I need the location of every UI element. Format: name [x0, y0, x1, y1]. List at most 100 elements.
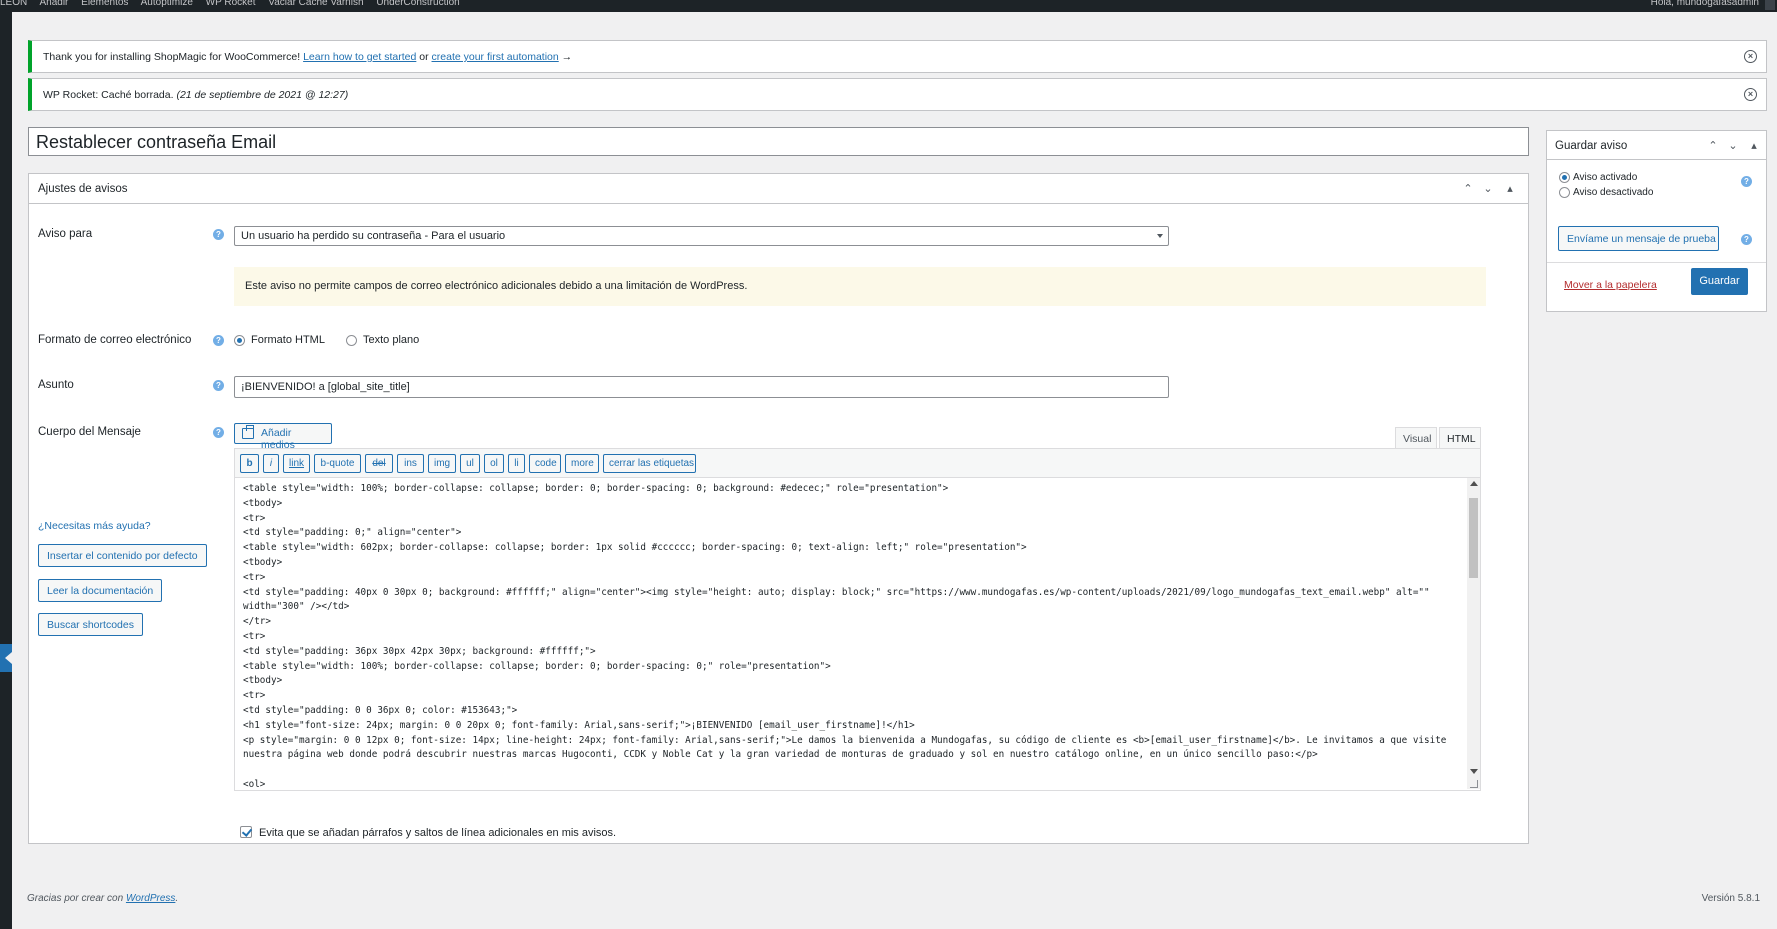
media-icon — [242, 425, 254, 439]
autop-label[interactable]: Evita que se añadan párrafos y saltos de… — [259, 827, 616, 839]
format-plain-radio[interactable] — [346, 335, 357, 346]
admin-bar: LEON Añadir Elementos Autoptimize WP Roc… — [0, 0, 1777, 12]
admin-bar-site[interactable]: LEON — [0, 0, 27, 8]
shopmagic-notice: Thank you for installing ShopMagic for W… — [28, 40, 1767, 73]
admin-bar-varnish[interactable]: Vaciar Caché Varnish — [268, 0, 363, 8]
postbox-header: Ajustes de avisos ⌃ ⌄ ▴ — [29, 174, 1528, 204]
qt-li-button[interactable]: li — [508, 454, 525, 473]
avatar[interactable] — [1765, 0, 1775, 10]
read-docs-button[interactable]: Leer la documentación — [38, 579, 163, 602]
footer-thanks: Gracias por crear con WordPress. — [27, 893, 178, 904]
resize-handle-icon[interactable] — [1470, 780, 1478, 788]
move-up-icon[interactable]: ⌃ — [1460, 181, 1476, 197]
search-shortcodes-button[interactable]: Buscar shortcodes — [38, 613, 143, 636]
admin-bar-underconstruction[interactable]: UnderConstruction — [376, 0, 459, 8]
toggle-panel-icon[interactable]: ▴ — [1502, 181, 1518, 197]
qt-bold-button[interactable]: b — [240, 454, 259, 473]
save-button[interactable]: Guardar — [1691, 268, 1748, 295]
help-icon[interactable]: ? — [1741, 176, 1752, 187]
arrow-text: → — [558, 51, 573, 63]
footer-text-end: . — [175, 893, 179, 904]
scroll-up-icon[interactable] — [1470, 481, 1478, 486]
insert-default-button[interactable]: Insertar el contenido por defecto — [38, 544, 207, 567]
save-postbox-title: Guardar aviso — [1555, 140, 1628, 152]
footer-text: Gracias por crear con — [27, 893, 126, 904]
admin-bar-autoptimize[interactable]: Autoptimize — [141, 0, 193, 8]
title-input[interactable]: Restablecer contraseña Email — [28, 127, 1529, 156]
move-to-trash-link[interactable]: Mover a la papelera — [1564, 279, 1657, 291]
divider — [1547, 262, 1766, 263]
quicktags-toolbar: b i link b-quote del ins img ul ol li co… — [235, 449, 1480, 478]
qt-ul-button[interactable]: ul — [460, 454, 480, 473]
wprocket-notice: WP Rocket: Caché borrada. (21 de septiem… — [28, 78, 1767, 111]
scrollbar-thumb[interactable] — [1469, 498, 1478, 578]
html-code-textarea[interactable]: <table style="width: 100%; border-collap… — [235, 478, 1467, 789]
add-media-button[interactable]: Añadir medios — [234, 423, 332, 451]
move-up-icon[interactable]: ⌃ — [1705, 138, 1721, 154]
qt-code-button[interactable]: code — [529, 454, 561, 473]
help-icon[interactable]: ? — [213, 427, 224, 438]
notice-date: (21 de septiembre de 2021 @ 12:27) — [176, 89, 349, 101]
notice-text: Thank you for installing ShopMagic for W… — [43, 51, 304, 63]
qt-link-button[interactable]: link — [283, 454, 310, 473]
body-label: Cuerpo del Mensaje — [38, 426, 141, 438]
chevron-down-icon — [1157, 234, 1163, 238]
aviso-para-value: Un usuario ha perdido su contraseña - Pa… — [241, 230, 506, 242]
admin-bar-elements[interactable]: Elementos — [81, 0, 128, 8]
qt-blockquote-button[interactable]: b-quote — [314, 454, 361, 473]
create-automation-link[interactable]: create your first automation — [432, 51, 559, 63]
shopmagic-notice-text: Thank you for installing ShopMagic for W… — [43, 51, 572, 63]
menu-arrow-icon — [5, 652, 12, 664]
active-label[interactable]: Aviso activado — [1573, 172, 1637, 183]
help-link[interactable]: ¿Necesitas más ayuda? — [38, 520, 151, 532]
limitation-warning: Este aviso no permite campos de correo e… — [234, 267, 1486, 306]
tab-html[interactable]: HTML — [1439, 427, 1481, 448]
save-postbox-header: Guardar aviso ⌃ ⌄ ▴ — [1547, 131, 1766, 160]
qt-italic-button[interactable]: i — [263, 454, 279, 473]
help-icon[interactable]: ? — [1741, 234, 1752, 245]
notice-text: WP Rocket: Caché borrada. — [43, 89, 177, 101]
qt-close-tags-button[interactable]: cerrar las etiquetas — [603, 454, 696, 473]
get-started-link[interactable]: Learn how to get started — [303, 51, 416, 63]
qt-del-button[interactable]: del — [365, 454, 393, 473]
tab-visual[interactable]: Visual — [1395, 427, 1437, 448]
help-icon[interactable]: ? — [213, 380, 224, 391]
toggle-panel-icon[interactable]: ▴ — [1746, 138, 1762, 154]
footer-version: Versión 5.8.1 — [1701, 893, 1760, 904]
active-radio[interactable] — [1559, 172, 1570, 183]
admin-menu-collapsed — [0, 12, 12, 929]
notice-text: or — [416, 51, 432, 63]
subject-input[interactable]: ¡BIENVENIDO! a [global_site_title] — [234, 376, 1169, 398]
scroll-down-icon[interactable] — [1470, 769, 1478, 774]
dismiss-notice-icon[interactable]: × — [1744, 88, 1757, 101]
admin-bar-wprocket[interactable]: WP Rocket — [206, 0, 256, 8]
subject-label: Asunto — [38, 379, 74, 391]
qt-img-button[interactable]: img — [428, 454, 456, 473]
admin-bar-new[interactable]: Añadir — [39, 0, 68, 8]
qt-ins-button[interactable]: ins — [397, 454, 424, 473]
editor-scrollbar[interactable] — [1467, 478, 1480, 789]
aviso-para-select[interactable]: Un usuario ha perdido su contraseña - Pa… — [234, 226, 1169, 246]
help-icon[interactable]: ? — [213, 229, 224, 240]
format-html-label[interactable]: Formato HTML — [251, 334, 325, 346]
wprocket-notice-text: WP Rocket: Caché borrada. (21 de septiem… — [43, 89, 348, 101]
admin-bar-greeting[interactable]: Hola, mundogafasadmin — [1651, 0, 1759, 8]
save-postbox: Guardar aviso ⌃ ⌄ ▴ Aviso activado Aviso… — [1546, 130, 1767, 312]
format-html-radio[interactable] — [234, 335, 245, 346]
aviso-para-label: Aviso para — [38, 228, 93, 240]
move-down-icon[interactable]: ⌄ — [1725, 138, 1741, 154]
wordpress-link[interactable]: WordPress — [126, 893, 175, 904]
qt-ol-button[interactable]: ol — [484, 454, 504, 473]
inactive-label[interactable]: Aviso desactivado — [1573, 187, 1653, 198]
inactive-radio[interactable] — [1559, 187, 1570, 198]
format-plain-label[interactable]: Texto plano — [363, 334, 419, 346]
dismiss-notice-icon[interactable]: × — [1744, 50, 1757, 63]
send-test-button[interactable]: Envíame un mensaje de prueba — [1558, 226, 1719, 251]
move-down-icon[interactable]: ⌄ — [1480, 181, 1496, 197]
help-icon[interactable]: ? — [213, 335, 224, 346]
html-editor: b i link b-quote del ins img ul ol li co… — [234, 448, 1481, 791]
autop-checkbox[interactable] — [240, 826, 252, 838]
admin-bar-items: LEON Añadir Elementos Autoptimize WP Roc… — [0, 0, 470, 8]
format-label: Formato de correo electrónico — [38, 334, 192, 346]
qt-more-button[interactable]: more — [565, 454, 599, 473]
